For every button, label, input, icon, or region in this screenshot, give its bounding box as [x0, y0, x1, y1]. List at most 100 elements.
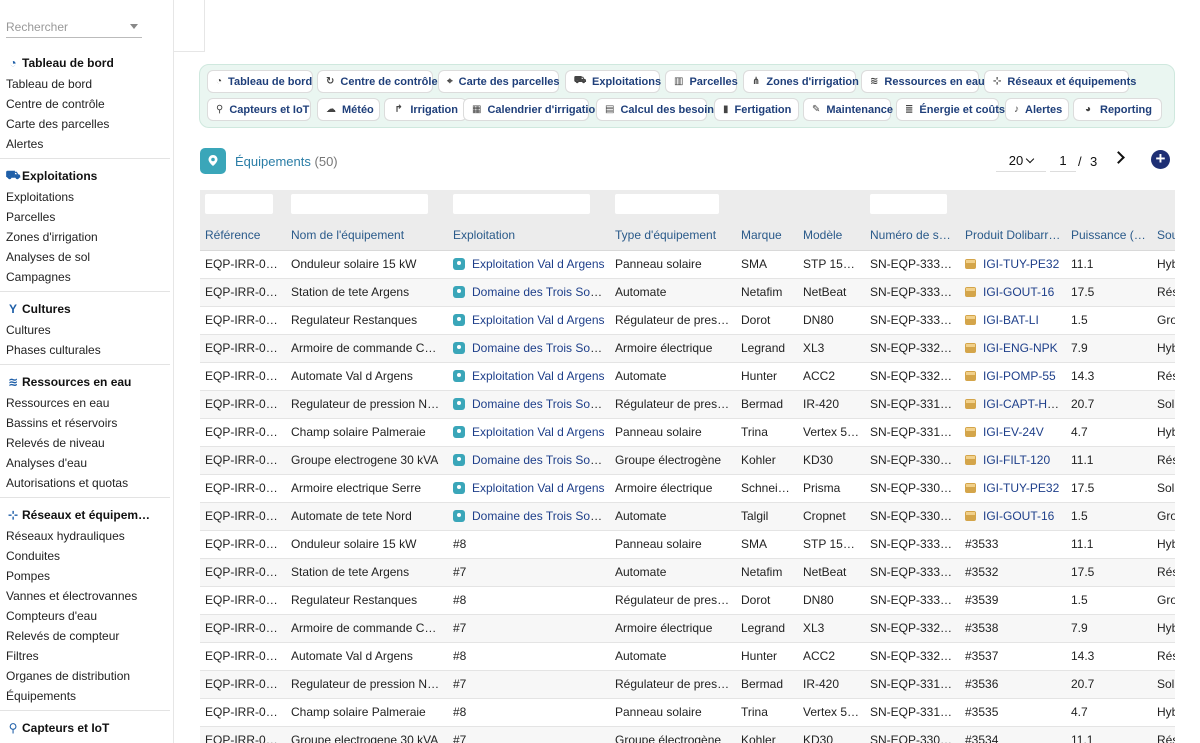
table-cell[interactable]: #8: [448, 698, 610, 727]
sidebar-section-title[interactable]: ≋ Ressources en eau: [0, 371, 173, 393]
table-cell[interactable]: EQP-IRR-0006: [200, 362, 286, 391]
table-cell[interactable]: Domaine des Trois Sou…: [448, 446, 610, 475]
table-row[interactable]: EQP-IRR-0003 Groupe electrogene 30 kVA #7 G…: [200, 726, 1175, 743]
column-header[interactable]: Exploitation: [448, 220, 610, 251]
table-cell[interactable]: #8: [448, 586, 610, 615]
table-cell[interactable]: EQP-IRR-0007: [200, 334, 286, 363]
filter-input-serial[interactable]: [870, 194, 947, 214]
column-header[interactable]: Modèle: [798, 220, 865, 251]
module-button[interactable]: ≣ Énergie et coûts: [896, 98, 1005, 121]
sidebar-section-title[interactable]: ⛟ Exploitations: [0, 165, 173, 187]
table-cell[interactable]: Exploitation Val d Argens: [448, 474, 610, 503]
page-number-input[interactable]: 1: [1050, 150, 1076, 172]
farm-link[interactable]: Domaine des Trois Sou…: [472, 397, 609, 411]
sidebar-item[interactable]: Campagnes: [0, 267, 173, 287]
table-cell[interactable]: EQP-IRR-0010: [200, 250, 286, 279]
filter-input-farm[interactable]: [453, 194, 590, 214]
table-row[interactable]: EQP-IRR-0005 Regulateur de pression Nord D…: [200, 390, 1175, 419]
sidebar-item[interactable]: Cultures: [0, 320, 173, 340]
sidebar-item[interactable]: Compteurs d'eau: [0, 606, 173, 626]
product-link[interactable]: IGI-GOUT-16: [983, 285, 1054, 299]
product-link[interactable]: IGI-TUY-PE32: [983, 481, 1059, 495]
module-button[interactable]: ▤ Calcul des besoins: [596, 98, 720, 121]
page-size-select[interactable]: 20: [996, 150, 1046, 172]
table-cell[interactable]: EQP-IRR-0008: [200, 586, 286, 615]
table-cell[interactable]: IGI-TUY-PE32: [960, 474, 1066, 503]
column-header[interactable]: Nom de l'équipement: [286, 220, 448, 251]
table-row[interactable]: EQP-IRR-0005 Regulateur de pression Nord #…: [200, 670, 1175, 699]
sidebar-item[interactable]: Alertes: [0, 134, 173, 154]
sidebar-item[interactable]: Réseaux hydrauliques: [0, 526, 173, 546]
module-button[interactable]: ↻ Centre de contrôle: [317, 70, 438, 93]
table-cell[interactable]: EQP-IRR-0001: [200, 502, 286, 531]
product-link[interactable]: IGI-POMP-55: [983, 369, 1056, 383]
table-cell[interactable]: #3539: [960, 586, 1066, 615]
column-header[interactable]: Sou: [1152, 220, 1175, 251]
table-row[interactable]: EQP-IRR-0002 Armoire electrique Serre Expl…: [200, 474, 1175, 503]
module-button[interactable]: ⛟ Exploitations: [565, 70, 661, 93]
table-cell[interactable]: Exploitation Val d Argens: [448, 362, 610, 391]
table-cell[interactable]: EQP-IRR-0002: [200, 474, 286, 503]
sidebar-item[interactable]: Tableau de bord: [0, 74, 173, 94]
product-link[interactable]: IGI-BAT-LI: [983, 313, 1039, 327]
table-cell[interactable]: #7: [448, 614, 610, 643]
farm-link[interactable]: Domaine des Trois Sou…: [472, 285, 609, 299]
column-header[interactable]: Marque: [736, 220, 798, 251]
table-cell[interactable]: IGI-GOUT-16: [960, 502, 1066, 531]
next-page-icon[interactable]: [1113, 150, 1127, 164]
farm-link[interactable]: Exploitation Val d Argens: [472, 481, 605, 495]
product-link[interactable]: IGI-ENG-NPK: [983, 341, 1058, 355]
module-button[interactable]: ✎ Maintenance: [803, 98, 893, 121]
filter-input-type[interactable]: [615, 194, 720, 214]
sidebar-item[interactable]: Équipements: [0, 686, 173, 706]
sidebar-item[interactable]: Analyses de sol: [0, 247, 173, 267]
table-cell[interactable]: #3537: [960, 642, 1066, 671]
table-cell[interactable]: Exploitation Val d Argens: [448, 306, 610, 335]
sidebar-item[interactable]: Ressources en eau: [0, 393, 173, 413]
farm-link[interactable]: Domaine des Trois Sou…: [472, 453, 609, 467]
table-row[interactable]: EQP-IRR-0004 Champ solaire Palmeraie #8 Pan…: [200, 698, 1175, 727]
farm-link[interactable]: Exploitation Val d Argens: [472, 369, 605, 383]
sidebar-section-title[interactable]: Y Cultures: [0, 298, 173, 320]
sidebar-section-title[interactable]: ⊹ Réseaux et équipem…: [0, 504, 173, 526]
table-cell[interactable]: EQP-IRR-0007: [200, 614, 286, 643]
table-cell[interactable]: Domaine des Trois Sou…: [448, 390, 610, 419]
module-button[interactable]: ⊹ Réseaux et équipements: [984, 70, 1136, 93]
table-cell[interactable]: EQP-IRR-0010: [200, 530, 286, 559]
table-cell[interactable]: EQP-IRR-0003: [200, 446, 286, 475]
module-button[interactable]: ◔ Tableau de bord: [207, 70, 313, 93]
table-row[interactable]: EQP-IRR-0006 Automate Val d Argens #8 Autom…: [200, 642, 1175, 671]
table-cell[interactable]: IGI-ENG-NPK: [960, 334, 1066, 363]
farm-link[interactable]: Domaine des Trois Sou…: [472, 509, 609, 523]
sidebar-item[interactable]: Organes de distribution: [0, 666, 173, 686]
module-button[interactable]: ☁ Météo: [317, 98, 380, 121]
table-cell[interactable]: IGI-BAT-LI: [960, 306, 1066, 335]
module-button[interactable]: ⌖ Carte des parcelles: [438, 70, 560, 93]
table-cell[interactable]: EQP-IRR-0009: [200, 278, 286, 307]
table-cell[interactable]: #3532: [960, 558, 1066, 587]
sidebar-item[interactable]: Pompes: [0, 566, 173, 586]
sidebar-item[interactable]: Filtres: [0, 646, 173, 666]
table-row[interactable]: EQP-IRR-0008 Regulateur Restanques Exploit…: [200, 306, 1175, 335]
table-cell[interactable]: #3535: [960, 698, 1066, 727]
sidebar-item[interactable]: Relevés de niveau: [0, 433, 173, 453]
table-cell[interactable]: Domaine des Trois Sou…: [448, 278, 610, 307]
module-button[interactable]: ♪ Alertes: [1005, 98, 1069, 121]
table-cell[interactable]: IGI-CAPT-HUM: [960, 390, 1066, 419]
sidebar-item[interactable]: Relevés de compteur: [0, 626, 173, 646]
column-header[interactable]: Numéro de série: [865, 220, 960, 251]
table-cell[interactable]: #7: [448, 670, 610, 699]
table-row[interactable]: EQP-IRR-0010 Onduleur solaire 15 kW Exploi…: [200, 250, 1175, 279]
product-link[interactable]: IGI-TUY-PE32: [983, 257, 1059, 271]
table-cell[interactable]: EQP-IRR-0003: [200, 726, 286, 743]
table-row[interactable]: EQP-IRR-0008 Regulateur Restanques #8 Régul…: [200, 586, 1175, 615]
table-cell[interactable]: IGI-GOUT-16: [960, 278, 1066, 307]
farm-link[interactable]: Exploitation Val d Argens: [472, 313, 605, 327]
table-cell[interactable]: Exploitation Val d Argens: [448, 250, 610, 279]
product-link[interactable]: IGI-EV-24V: [983, 425, 1044, 439]
product-link[interactable]: IGI-GOUT-16: [983, 509, 1054, 523]
farm-link[interactable]: Exploitation Val d Argens: [472, 257, 605, 271]
sidebar-item[interactable]: Vannes et électrovannes: [0, 586, 173, 606]
sidebar-item[interactable]: Conduites: [0, 546, 173, 566]
table-row[interactable]: EQP-IRR-0009 Station de tete Argens Domain…: [200, 278, 1175, 307]
